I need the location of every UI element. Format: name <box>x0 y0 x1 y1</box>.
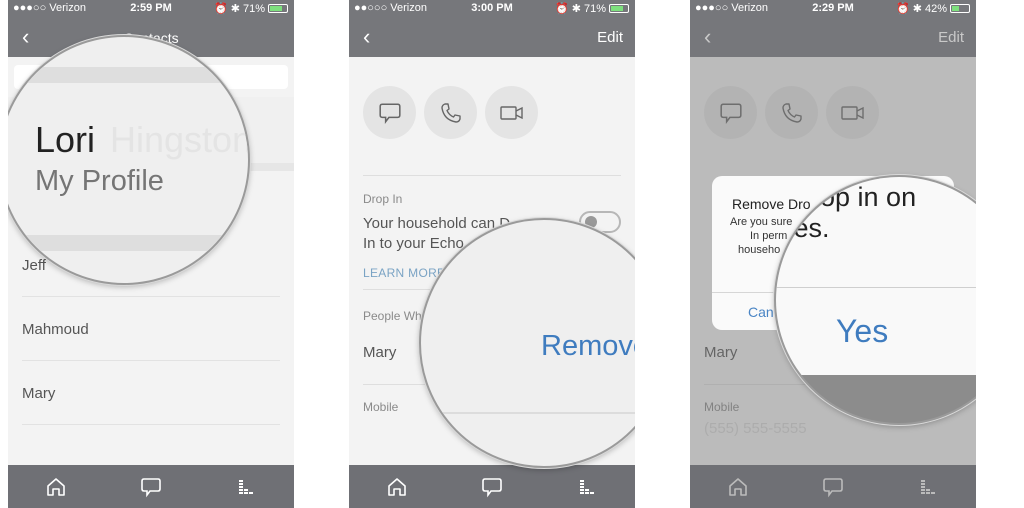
status-right: ⏰ ✱ 71% <box>555 2 629 15</box>
battery-percent: 71% <box>242 2 265 15</box>
status-bar: ●●●○○ Verizon 2:29 PM ⏰ ✱ 42% <box>690 0 976 18</box>
remove-button[interactable]: Remove <box>541 330 635 363</box>
people-label: People Wh <box>363 309 422 323</box>
cancel-button[interactable]: Can <box>748 304 774 320</box>
contact-item[interactable]: Mahmoud <box>22 297 280 361</box>
chat-bubble-icon[interactable] <box>140 476 162 498</box>
alarm-icon: ⏰ <box>555 3 569 15</box>
back-button[interactable]: ‹ <box>363 24 370 50</box>
remove-drop-in-alert-screen: ●●●○○ Verizon 2:29 PM ⏰ ✱ 42% ‹ Edit Mar… <box>690 0 976 508</box>
status-right: ⏰ ✱ 42% <box>896 2 970 15</box>
battery-icon <box>609 4 629 13</box>
alert-message-magnified-1: drop in on <box>796 182 917 212</box>
status-bar: ●●○○○ Verizon 3:00 PM ⏰ ✱ 71% <box>349 0 635 18</box>
alert-divider <box>776 287 976 288</box>
alarm-icon: ⏰ <box>214 3 228 15</box>
mag-band <box>8 67 248 83</box>
mag-band <box>8 235 248 251</box>
chat-bubble-icon[interactable] <box>481 476 503 498</box>
mag-alert: drop in on ces. Yes <box>776 177 976 375</box>
alert-message-line3: househo <box>738 244 781 256</box>
learn-more-link[interactable]: LEARN MORE <box>363 266 445 280</box>
activity-bars-icon[interactable] <box>577 476 599 498</box>
profile-name: Lori <box>35 119 96 160</box>
contacts-screen: ●●●○○ Verizon 2:59 PM ⏰ ✱ 71% ‹ Contacts… <box>8 0 294 508</box>
yes-button[interactable]: Yes <box>836 313 888 350</box>
contact-detail-screen: ●●○○○ Verizon 3:00 PM ⏰ ✱ 71% ‹ Edit Dro… <box>349 0 635 508</box>
bluetooth-icon: ✱ <box>571 3 581 15</box>
mobile-label: Mobile <box>363 400 399 414</box>
call-button[interactable] <box>424 86 477 139</box>
phone-icon <box>440 102 461 123</box>
bluetooth-icon: ✱ <box>912 3 922 15</box>
home-icon[interactable] <box>727 476 749 498</box>
chat-bubble-icon[interactable] <box>822 476 844 498</box>
status-bar: ●●●○○ Verizon 2:59 PM ⏰ ✱ 71% <box>8 0 294 18</box>
home-icon[interactable] <box>45 476 67 498</box>
alert-message-magnified-2: ces. <box>780 213 830 243</box>
chat-bubble-icon <box>378 103 401 124</box>
battery-percent: 42% <box>924 2 947 15</box>
activity-bars-icon[interactable] <box>236 476 258 498</box>
profile-subtitle: My Profile <box>35 165 164 197</box>
back-button[interactable]: ‹ <box>704 24 711 50</box>
edit-button[interactable]: Edit <box>938 29 964 46</box>
contact-item[interactable]: Mary <box>22 361 280 425</box>
tab-bar <box>690 465 976 508</box>
drop-in-label: Drop In <box>363 192 403 206</box>
battery-icon <box>950 4 970 13</box>
battery-percent: 71% <box>583 2 606 15</box>
video-camera-icon <box>499 105 523 120</box>
divider <box>363 175 621 176</box>
tab-bar <box>349 465 635 508</box>
magnifier: Lori Hingston My Profile <box>8 35 250 285</box>
message-button[interactable] <box>363 86 416 139</box>
profile-surname: Hingston <box>110 119 250 160</box>
battery-icon <box>268 4 288 13</box>
video-call-button[interactable] <box>485 86 538 139</box>
nav-bar: ‹ Edit <box>349 18 635 57</box>
status-right: ⏰ ✱ 71% <box>214 2 288 15</box>
nav-bar: ‹ Edit <box>690 18 976 57</box>
alarm-icon: ⏰ <box>896 3 910 15</box>
home-icon[interactable] <box>386 476 408 498</box>
mag-divider <box>421 412 635 414</box>
tab-bar <box>8 465 294 508</box>
edit-button[interactable]: Edit <box>597 29 623 46</box>
bluetooth-icon: ✱ <box>230 3 240 15</box>
activity-bars-icon[interactable] <box>918 476 940 498</box>
